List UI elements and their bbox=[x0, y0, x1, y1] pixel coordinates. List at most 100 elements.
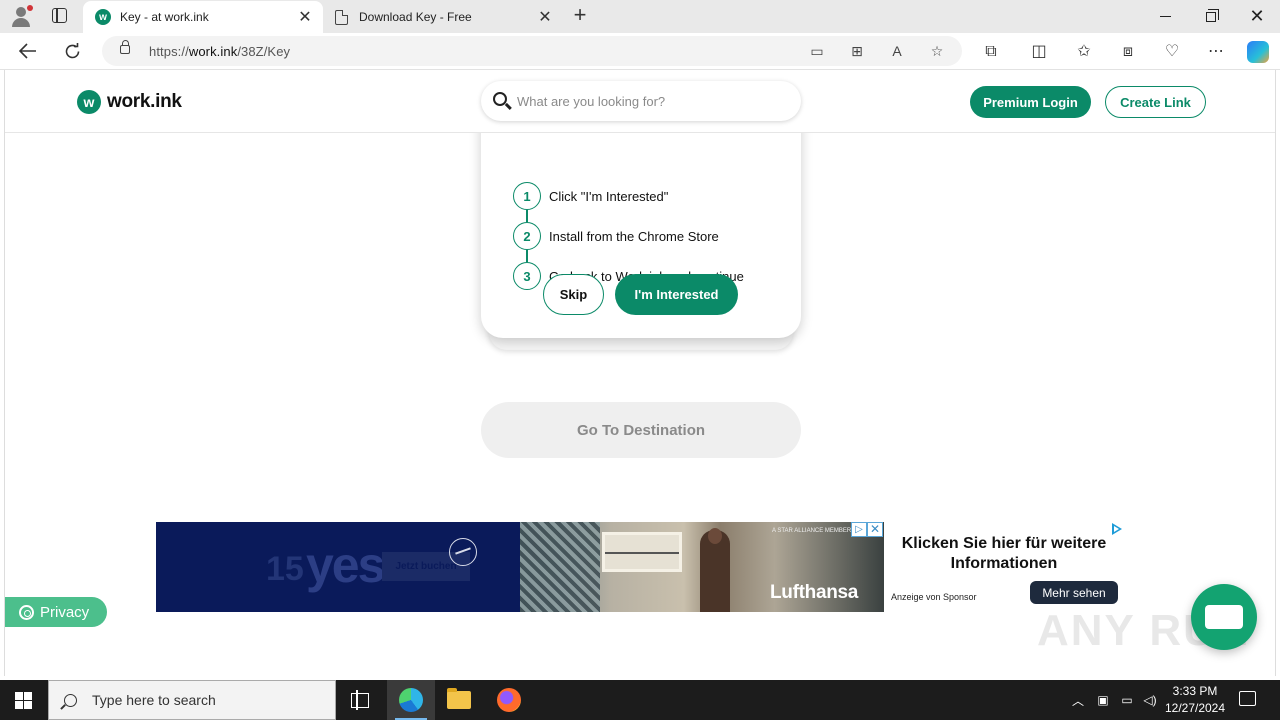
ad-mehr-sehen-button[interactable]: Mehr sehen bbox=[1030, 581, 1118, 604]
edge-icon bbox=[399, 688, 423, 712]
browser-toolbar: https://work.ink/38Z/Key ▭ ⊞ A ☆ ⧉ ◫ ✩ ⧈… bbox=[0, 33, 1280, 70]
back-button[interactable] bbox=[13, 37, 43, 65]
tab-title: Download Key - Free bbox=[359, 10, 472, 24]
tray-device-icon[interactable]: ▣ bbox=[1093, 680, 1113, 720]
ad-close-icon[interactable]: ✕ bbox=[867, 522, 883, 537]
clock-date: 12/27/2024 bbox=[1164, 701, 1226, 715]
volume-icon[interactable]: ◁) bbox=[1140, 680, 1160, 720]
refresh-icon bbox=[65, 42, 79, 58]
restore-button[interactable] bbox=[1188, 0, 1234, 33]
step-number: 1 bbox=[513, 182, 541, 210]
address-bar[interactable]: https://work.ink/38Z/Key ▭ ⊞ A ☆ bbox=[102, 36, 962, 66]
lock-icon[interactable] bbox=[120, 40, 130, 54]
taskbar-firefox-button[interactable] bbox=[485, 680, 533, 720]
step-number: 3 bbox=[513, 262, 541, 290]
site-search[interactable] bbox=[481, 81, 801, 121]
ad-person-graphic bbox=[700, 528, 730, 612]
step-text: Install from the Chrome Store bbox=[549, 228, 719, 244]
ad-number-graphic: 15 bbox=[266, 550, 304, 588]
taskbar-search-placeholder: Type here to search bbox=[92, 692, 216, 708]
step-number: 2 bbox=[513, 222, 541, 250]
profile-icon[interactable] bbox=[8, 5, 34, 27]
close-tab-icon[interactable]: ✕ bbox=[295, 7, 315, 27]
taskbar-edge-button[interactable] bbox=[387, 680, 435, 720]
lufthansa-crane-icon bbox=[449, 538, 477, 566]
tab-download-key[interactable]: Download Key - Free ✕ bbox=[323, 1, 563, 33]
web-page: w work.ink Premium Login Create Link 1 C… bbox=[4, 70, 1276, 676]
device-icon[interactable]: ▭ bbox=[808, 42, 826, 60]
taskbar-clock[interactable]: 3:33 PM 12/27/2024 bbox=[1160, 683, 1230, 717]
tab-title: Key - at work.ink bbox=[120, 10, 209, 24]
create-link-button[interactable]: Create Link bbox=[1105, 86, 1206, 118]
work-ink-icon: w bbox=[95, 9, 111, 25]
ad-info-triangle-icon[interactable] bbox=[1112, 523, 1122, 535]
folder-icon bbox=[447, 688, 471, 709]
close-tab-icon[interactable]: ✕ bbox=[535, 7, 555, 27]
tab-actions-icon[interactable] bbox=[52, 8, 67, 23]
notification-icon[interactable] bbox=[1239, 691, 1256, 706]
clock-time: 3:33 PM bbox=[1172, 684, 1218, 698]
tray-chevron-icon[interactable]: ︿ bbox=[1068, 680, 1088, 720]
browser-essentials-icon[interactable]: ♡ bbox=[1161, 41, 1183, 63]
collections-icon[interactable]: ⧈ bbox=[1117, 41, 1139, 63]
favorites-icon[interactable]: ✩ bbox=[1073, 41, 1095, 63]
ad-alliance-text: A STAR ALLIANCE MEMBER bbox=[772, 528, 852, 534]
close-window-button[interactable]: ✕ bbox=[1234, 0, 1280, 33]
back-arrow-icon bbox=[19, 43, 36, 59]
step-2: 2 Install from the Chrome Store bbox=[513, 222, 719, 250]
more-menu-icon[interactable]: ⋯ bbox=[1205, 41, 1227, 63]
go-to-destination-button[interactable]: Go To Destination bbox=[481, 402, 801, 458]
extension-offer-modal: 1 Click "I'm Interested" 2 Install from … bbox=[481, 110, 801, 338]
chat-widget-button[interactable] bbox=[1191, 584, 1257, 650]
step-connector bbox=[526, 250, 528, 262]
adchoices-icon[interactable]: ▷ bbox=[851, 522, 867, 537]
taskbar-search-box[interactable]: Type here to search bbox=[48, 680, 336, 720]
favorite-star-icon[interactable]: ☆ bbox=[928, 42, 946, 60]
ad-brand-text: Lufthansa bbox=[770, 582, 859, 603]
copilot-icon[interactable] bbox=[1247, 41, 1269, 63]
privacy-button[interactable]: Privacy bbox=[5, 597, 107, 627]
gear-icon bbox=[19, 604, 34, 620]
search-icon bbox=[493, 92, 507, 106]
chat-bubble-icon bbox=[1205, 605, 1243, 629]
step-text: Click "I'm Interested" bbox=[549, 188, 669, 204]
windows-taskbar: Type here to search ︿ ▣ ▭ ◁) 3:33 PM 12/… bbox=[0, 680, 1280, 720]
ad-photo-panel[interactable]: A STAR ALLIANCE MEMBER Lufthansa bbox=[520, 522, 884, 612]
ad-text-panel[interactable]: Klicken Sie hier für weitere Information… bbox=[884, 522, 1140, 612]
skip-button[interactable]: Skip bbox=[543, 274, 604, 315]
read-aloud-icon[interactable]: A bbox=[888, 42, 906, 60]
premium-login-button[interactable]: Premium Login bbox=[970, 86, 1091, 118]
search-input[interactable] bbox=[517, 90, 787, 112]
site-header: w work.ink Premium Login Create Link bbox=[5, 70, 1275, 133]
taskbar-explorer-button[interactable] bbox=[435, 680, 483, 720]
ad-window-graphic bbox=[602, 532, 682, 572]
task-view-icon bbox=[351, 689, 369, 710]
step-1: 1 Click "I'm Interested" bbox=[513, 182, 668, 210]
im-interested-button[interactable]: I'm Interested bbox=[615, 274, 738, 315]
tab-work-ink-key[interactable]: w Key - at work.ink ✕ bbox=[83, 1, 323, 33]
network-icon[interactable]: ▭ bbox=[1117, 680, 1137, 720]
firefox-icon bbox=[497, 688, 521, 712]
logo-text: work.ink bbox=[107, 91, 182, 112]
ad-tiles-graphic bbox=[520, 522, 600, 612]
windows-start-icon[interactable] bbox=[15, 692, 32, 709]
ad-headline[interactable]: Klicken Sie hier für weitere Information… bbox=[884, 534, 1124, 574]
page-icon bbox=[335, 9, 348, 25]
ad-yes-text: yes bbox=[306, 537, 385, 593]
url-text[interactable]: https://work.ink/38Z/Key bbox=[149, 44, 290, 59]
privacy-label: Privacy bbox=[40, 603, 90, 621]
logo-mark-icon: w bbox=[77, 90, 101, 114]
work-ink-logo[interactable]: w work.ink bbox=[77, 90, 182, 114]
step-connector bbox=[526, 210, 528, 222]
refresh-button[interactable] bbox=[57, 37, 87, 65]
split-screen-icon[interactable]: ◫ bbox=[1028, 41, 1050, 63]
task-view-button[interactable] bbox=[336, 680, 384, 720]
minimize-button[interactable] bbox=[1142, 0, 1188, 33]
extensions-icon[interactable]: ⧉ bbox=[980, 41, 1002, 63]
ad-sponsor-label: Anzeige von Sponsor bbox=[891, 592, 977, 602]
browser-tab-bar: w Key - at work.ink ✕ Download Key - Fre… bbox=[0, 0, 1280, 33]
new-tab-button[interactable]: + bbox=[568, 4, 592, 28]
ad-left-panel[interactable]: 15 yes Jetzt buchen bbox=[156, 522, 520, 612]
apps-icon[interactable]: ⊞ bbox=[848, 42, 866, 60]
search-icon bbox=[64, 693, 77, 707]
